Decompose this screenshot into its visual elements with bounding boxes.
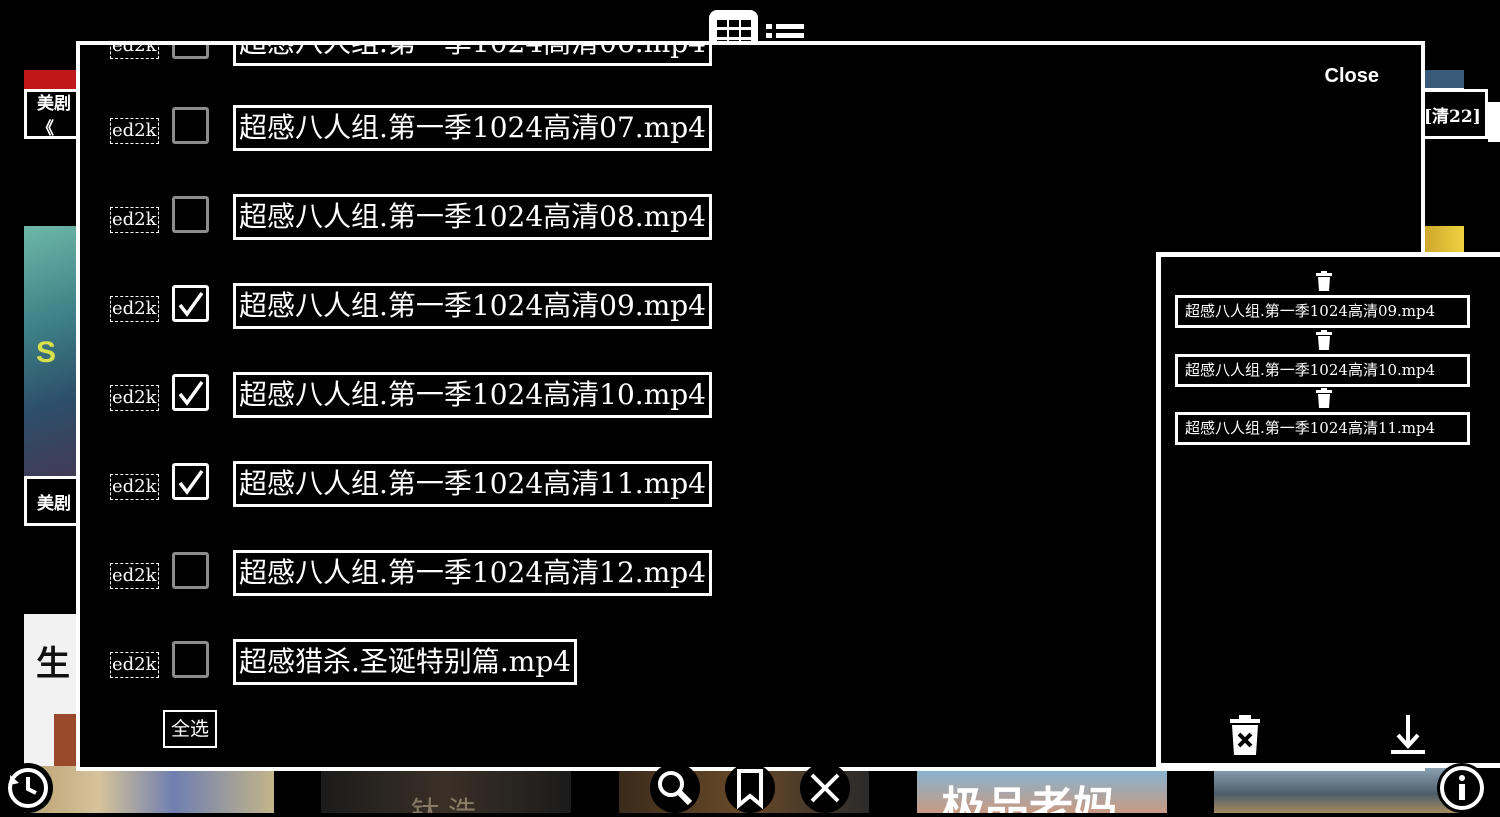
bg-thumb-text: 极品老妈 [941, 783, 1117, 813]
file-name[interactable]: 超感八人组.第一季1024高清06.mp4 [233, 45, 712, 66]
file-name[interactable]: 超感八人组.第一季1024高清08.mp4 [233, 194, 712, 240]
trash-icon[interactable] [1316, 271, 1332, 291]
file-checkbox[interactable] [172, 45, 209, 59]
bg-card-lower-left[interactable]: 生 [24, 614, 80, 766]
ed2k-tag[interactable]: ed2k [110, 296, 159, 322]
close-button[interactable]: Close [1325, 65, 1379, 88]
info-icon[interactable] [1437, 763, 1487, 813]
bg-card-thumb [1420, 70, 1464, 88]
file-name[interactable]: 超感八人组.第一季1024高清11.mp4 [233, 461, 712, 507]
close-icon[interactable] [800, 763, 850, 813]
ed2k-tag[interactable]: ed2k [110, 474, 159, 500]
checkmark-icon [178, 469, 204, 495]
bg-card-middle-left[interactable]: S [24, 226, 80, 476]
trash-icon[interactable] [1316, 388, 1332, 408]
file-name[interactable]: 超感猎杀.圣诞特别篇.mp4 [233, 639, 578, 685]
ed2k-tag[interactable]: ed2k [110, 45, 159, 59]
search-icon[interactable] [650, 763, 700, 813]
checkmark-icon [178, 380, 204, 406]
selected-file-name: 超感八人组.第一季1024高清11.mp4 [1175, 412, 1470, 445]
bg-thumb[interactable]: 极品老妈 [917, 766, 1167, 813]
bookmark-icon[interactable] [725, 763, 775, 813]
file-name[interactable]: 超感八人组.第一季1024高清10.mp4 [233, 372, 712, 418]
file-checkbox-checked[interactable] [172, 463, 209, 500]
selected-file-name: 超感八人组.第一季1024高清09.mp4 [1175, 295, 1470, 328]
select-all-button[interactable]: 全选 [163, 710, 218, 748]
selected-file-name: 超感八人组.第一季1024高清10.mp4 [1175, 354, 1470, 387]
checkmark-icon [178, 291, 204, 317]
ed2k-tag[interactable]: ed2k [110, 652, 159, 678]
history-icon[interactable] [3, 763, 53, 813]
ed2k-tag[interactable]: ed2k [110, 385, 159, 411]
bg-thumb[interactable] [1214, 766, 1464, 813]
bg-thumb[interactable]: 钛 浩 [321, 766, 571, 813]
bg-card-label: [清22] [1417, 89, 1488, 139]
file-checkbox-checked[interactable] [172, 285, 209, 322]
download-icon[interactable] [1390, 715, 1426, 755]
bg-thumb-text: 钛 浩 [411, 795, 476, 813]
bg-card-thumb-text: S [36, 336, 57, 369]
ed2k-tag[interactable]: ed2k [110, 207, 159, 233]
file-name[interactable]: 超感八人组.第一季1024高清07.mp4 [233, 105, 712, 151]
file-checkbox[interactable] [172, 641, 209, 678]
bg-card-thumb-text: 生 [36, 644, 70, 684]
trash-icon[interactable] [1316, 330, 1332, 350]
file-checkbox-checked[interactable] [172, 374, 209, 411]
file-checkbox[interactable] [172, 107, 209, 144]
selected-files-panel: 超感八人组.第一季1024高清09.mp4 超感八人组.第一季1024高清10.… [1156, 252, 1500, 768]
file-name[interactable]: 超感八人组.第一季1024高清09.mp4 [233, 283, 712, 329]
file-name[interactable]: 超感八人组.第一季1024高清12.mp4 [233, 550, 712, 596]
file-checkbox[interactable] [172, 196, 209, 233]
bg-thumb[interactable] [24, 766, 274, 813]
ed2k-tag[interactable]: ed2k [110, 118, 159, 144]
side-tab[interactable] [1488, 102, 1500, 142]
trash-x-icon[interactable] [1229, 715, 1261, 755]
file-checkbox[interactable] [172, 552, 209, 589]
ed2k-tag[interactable]: ed2k [110, 563, 159, 589]
